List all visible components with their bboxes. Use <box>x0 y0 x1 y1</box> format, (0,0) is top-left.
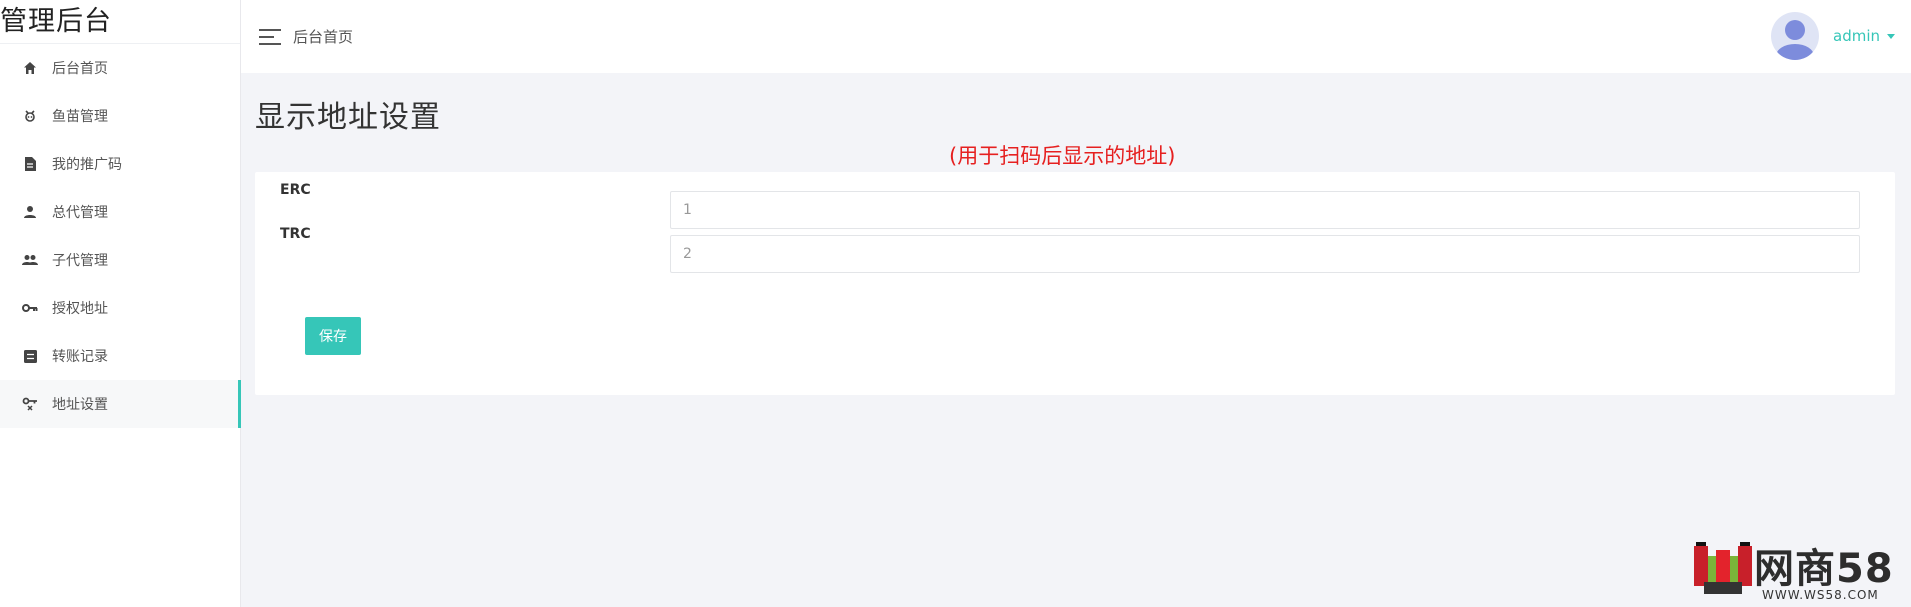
sidebar-item-label: 后台首页 <box>52 61 108 77</box>
watermark-logo-icon <box>1694 542 1752 594</box>
form-row-trc: TRC <box>255 216 1895 273</box>
form-row-erc: ERC <box>255 172 1895 229</box>
sidebar-item-auth-address[interactable]: 授权地址 <box>0 284 240 332</box>
save-button[interactable]: 保存 <box>305 317 361 355</box>
group-icon <box>21 251 39 269</box>
key-settings-icon <box>21 395 39 413</box>
watermark: 网商58 WWW.WS58.COM <box>1692 536 1907 604</box>
trc-label: TRC <box>280 226 311 242</box>
sidebar-item-transfer-records[interactable]: 转账记录 <box>0 332 240 380</box>
home-icon <box>21 59 39 77</box>
settings-card: ERC TRC 保存 <box>255 172 1895 395</box>
caret-down-icon[interactable] <box>1887 33 1895 39</box>
trc-input[interactable] <box>670 235 1860 273</box>
sidebar-item-address-settings[interactable]: 地址设置 <box>0 380 241 428</box>
fish-icon <box>21 107 39 125</box>
sidebar-item-home[interactable]: 后台首页 <box>0 44 240 92</box>
watermark-text: 网商58 <box>1754 546 1894 592</box>
user-menu[interactable]: admin <box>1771 12 1895 60</box>
sidebar-item-fish[interactable]: 鱼苗管理 <box>0 92 240 140</box>
watermark-url: WWW.WS58.COM <box>1762 588 1879 602</box>
top-header: 后台首页 admin <box>241 0 1911 73</box>
brand-title: 管理后台 <box>0 0 240 44</box>
breadcrumb[interactable]: 后台首页 <box>293 26 353 47</box>
sidebar-item-label: 地址设置 <box>52 397 108 413</box>
sidebar-item-label: 我的推广码 <box>52 157 122 173</box>
avatar[interactable] <box>1771 12 1819 60</box>
page-title: 显示地址设置 <box>255 100 441 135</box>
sidebar-item-general-agent[interactable]: 总代管理 <box>0 188 240 236</box>
document-icon <box>21 155 39 173</box>
sidebar-item-label: 转账记录 <box>52 349 108 365</box>
key-icon <box>21 299 39 317</box>
sidebar-item-label: 子代管理 <box>52 253 108 269</box>
person-icon <box>21 203 39 221</box>
hint-text: (用于扫码后显示的地址) <box>949 144 1176 168</box>
menu-toggle-icon[interactable] <box>259 28 281 45</box>
sidebar-item-sub-agent[interactable]: 子代管理 <box>0 236 240 284</box>
sidebar-item-label: 鱼苗管理 <box>52 109 108 125</box>
username[interactable]: admin <box>1833 27 1880 45</box>
erc-label: ERC <box>280 182 311 198</box>
list-icon <box>21 347 39 365</box>
sidebar-item-label: 授权地址 <box>52 301 108 317</box>
sidebar-item-promo-code[interactable]: 我的推广码 <box>0 140 240 188</box>
sidebar-item-label: 总代管理 <box>52 205 108 221</box>
sidebar: 管理后台 后台首页 鱼苗管理 我的推广码 总代管理 子代管理 授权地址 转账记录… <box>0 0 241 607</box>
